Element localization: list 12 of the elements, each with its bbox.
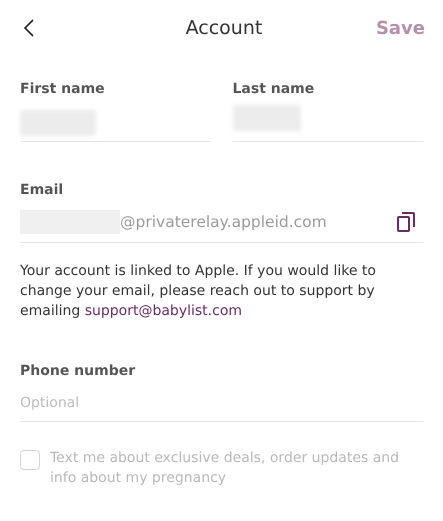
- notice-text: Your account is linked to Apple. If you would like to change your email, please reach out to support by emailing support@babylist.com: [20, 262, 377, 321]
- back-icon[interactable]: [24, 19, 34, 37]
- email-value: @privaterelay.appleid.com: [120, 213, 328, 231]
- support-email-link[interactable]: support@babylist.com: [84, 303, 242, 319]
- field-label: First name: [20, 81, 106, 97]
- copy-icon[interactable]: [397, 212, 415, 232]
- input-field[interactable]: [232, 105, 423, 142]
- checkbox-label: Text me about exclusive deals, order updates and info about my pregnancy: [50, 449, 400, 488]
- field-label: Phone number: [20, 363, 136, 379]
- field-label: Last name: [232, 81, 316, 97]
- page-title: Account: [186, 17, 262, 39]
- field-label: Email: [20, 182, 64, 198]
